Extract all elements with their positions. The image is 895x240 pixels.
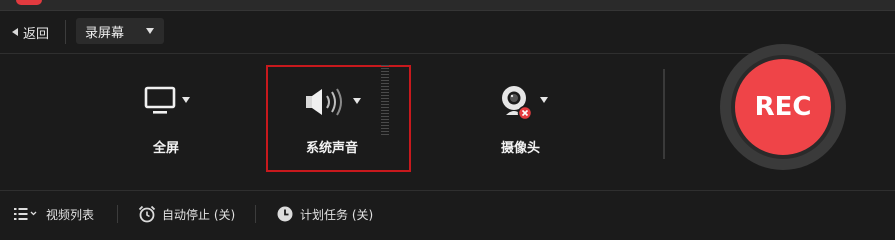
- audio-dropdown-icon[interactable]: [353, 98, 361, 104]
- screen-source-option[interactable]: 全屏: [140, 84, 200, 160]
- rec-label: REC: [754, 92, 812, 122]
- system-audio-label: 系统声音: [306, 141, 359, 156]
- auto-stop-label: 自动停止 (关): [162, 207, 236, 222]
- bottom-divider-2: [255, 205, 256, 223]
- rec-divider: [663, 69, 665, 159]
- toolbar-divider: [65, 20, 66, 44]
- screen-source-label: 全屏: [153, 141, 180, 156]
- camera-source-label: 摄像头: [501, 141, 541, 156]
- video-list-button[interactable]: 视频列表: [14, 204, 94, 224]
- scheduled-task-label: 计划任务 (关): [300, 207, 374, 222]
- alarm-clock-icon: [138, 205, 156, 223]
- back-label: 返回: [23, 26, 50, 42]
- title-bar: [0, 0, 895, 11]
- chevron-down-icon: [146, 28, 154, 34]
- app-logo: [16, 0, 42, 5]
- bottom-bar: [0, 191, 895, 236]
- back-arrow-icon: [12, 28, 18, 36]
- record-mode-select[interactable]: 录屏幕: [76, 18, 164, 44]
- monitor-icon: [144, 86, 176, 114]
- rec-button[interactable]: REC: [731, 55, 835, 159]
- video-list-label: 视频列表: [46, 207, 95, 222]
- clock-icon: [277, 206, 293, 222]
- back-button[interactable]: 返回: [12, 22, 49, 42]
- camera-dropdown-icon[interactable]: [540, 97, 548, 103]
- record-mode-value: 录屏幕: [85, 25, 125, 41]
- volume-level-meter: [381, 65, 389, 135]
- webcam-icon: [502, 86, 533, 121]
- camera-source-option[interactable]: 摄像头: [495, 84, 565, 160]
- scheduled-task-button[interactable]: 计划任务 (关): [276, 204, 373, 224]
- speaker-icon: [306, 88, 342, 116]
- auto-stop-button[interactable]: 自动停止 (关): [138, 204, 235, 224]
- system-audio-option[interactable]: 系统声音: [300, 84, 380, 160]
- bottom-divider-1: [117, 205, 118, 223]
- screen-dropdown-icon[interactable]: [182, 97, 190, 103]
- list-menu-icon: [14, 208, 37, 220]
